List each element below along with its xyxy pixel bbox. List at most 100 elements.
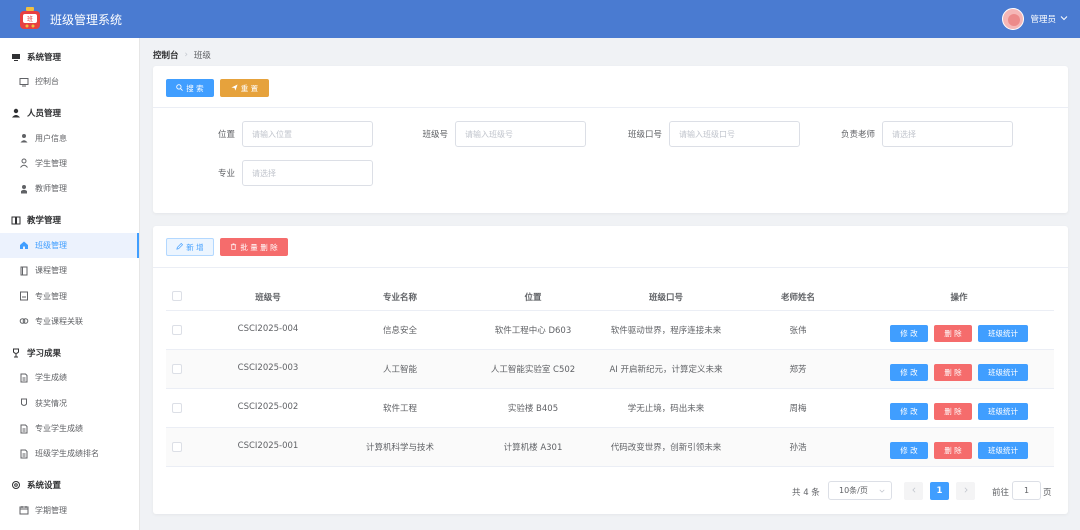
- add-button-label: 新 增: [186, 242, 204, 252]
- sidebar-item-dashboard[interactable]: 控制台: [0, 69, 139, 94]
- delete-button[interactable]: 删 除: [934, 364, 972, 381]
- page-size-value: 10条/页: [839, 486, 868, 495]
- reset-button[interactable]: 重 置: [220, 79, 269, 97]
- sidebar-group-system[interactable]: 系统管理: [0, 44, 139, 69]
- sidebar-group-label: 学习成果: [27, 348, 62, 359]
- sidebar-item-user-info[interactable]: 用户信息: [0, 125, 139, 150]
- sidebar-item-class-management[interactable]: 班级管理: [0, 232, 139, 259]
- goto-label: 前往: [992, 488, 1010, 498]
- app-title: 班级管理系统: [50, 12, 123, 27]
- class-no-label: 班级号: [422, 130, 448, 140]
- edit-button[interactable]: 修 改: [890, 364, 928, 381]
- sidebar-item-label: 获奖情况: [35, 398, 67, 408]
- send-icon: [231, 83, 238, 93]
- row-checkbox[interactable]: [172, 403, 182, 413]
- teacher-select[interactable]: 请选择: [882, 121, 1013, 147]
- search-button[interactable]: 搜 索: [166, 79, 214, 97]
- sidebar-group-settings[interactable]: 系统设置: [0, 473, 139, 498]
- sidebar-item-label: 学生管理: [35, 158, 67, 168]
- edit-button[interactable]: 修 改: [890, 442, 928, 459]
- sidebar-item-label: 控制台: [35, 77, 59, 87]
- delete-button[interactable]: 删 除: [934, 403, 972, 420]
- sidebar-group-people[interactable]: 人员管理: [0, 100, 139, 125]
- major-select[interactable]: 请选择: [242, 160, 373, 186]
- cell-location: 软件工程中心 D603: [494, 326, 572, 336]
- monitor-icon: [11, 52, 21, 62]
- cell-class-no: CSCI2025-002: [237, 402, 299, 412]
- class-stats-button[interactable]: 班级统计: [978, 442, 1028, 459]
- sidebar-group-teaching[interactable]: 教学管理: [0, 208, 139, 233]
- sidebar-item-major-course-link[interactable]: 专业课程关联: [0, 309, 139, 334]
- document-icon: [19, 373, 29, 383]
- sidebar-item-label: 课程管理: [35, 266, 67, 276]
- delete-button[interactable]: 删 除: [934, 442, 972, 459]
- sidebar-item-semesters[interactable]: 学期管理: [0, 498, 139, 523]
- page-size-select[interactable]: 10条/页: [828, 481, 892, 500]
- table-row: CSCI2025-003 人工智能 人工智能实验室 C502 AI 开启新纪元，…: [166, 350, 1054, 389]
- table-row: CSCI2025-002 软件工程 实验楼 B405 学无止境，码出未来 周梅 …: [166, 389, 1054, 428]
- class-no-input[interactable]: 请输入班级号: [455, 121, 586, 147]
- class-stats-button[interactable]: 班级统计: [978, 325, 1028, 342]
- edit-button[interactable]: 修 改: [890, 325, 928, 342]
- sidebar-item-major-grades[interactable]: 专业学生成绩: [0, 416, 139, 441]
- home-icon: [19, 240, 29, 250]
- document-icon: [19, 424, 29, 434]
- delete-button[interactable]: 删 除: [934, 325, 972, 342]
- user-icon: [11, 108, 21, 118]
- chevron-right-icon: ›: [184, 50, 188, 60]
- col-slogan: 班级口号: [648, 293, 683, 303]
- breadcrumb-root[interactable]: 控制台: [153, 49, 179, 61]
- sidebar-item-students[interactable]: 学生管理: [0, 151, 139, 176]
- notebook-icon: [19, 291, 29, 301]
- cell-teacher: 周梅: [789, 404, 807, 414]
- sidebar-item-awards[interactable]: 获奖情况: [0, 391, 139, 416]
- cell-slogan: 代码改变世界，创新引领未来: [610, 443, 722, 453]
- placeholder: 请选择: [892, 129, 916, 139]
- cell-slogan: 学无止境，码出未来: [627, 404, 705, 414]
- cell-teacher: 孙浩: [789, 443, 807, 453]
- sidebar: 系统管理 控制台 人员管理 用户信息 学生管理 教师管理 教学管理 班级管理 课…: [0, 38, 140, 530]
- row-checkbox[interactable]: [172, 442, 182, 452]
- breadcrumb: 控制台 › 班级: [153, 49, 211, 61]
- class-stats-button[interactable]: 班级统计: [978, 403, 1028, 420]
- class-stats-button[interactable]: 班级统计: [978, 364, 1028, 381]
- goto-page-input[interactable]: 1: [1012, 481, 1041, 500]
- sidebar-item-label: 专业管理: [35, 291, 67, 301]
- breadcrumb-current: 班级: [193, 51, 211, 61]
- select-all-checkbox[interactable]: [172, 291, 182, 301]
- user-menu[interactable]: 管理员: [1002, 8, 1068, 30]
- dashboard-icon: [19, 77, 29, 87]
- add-button[interactable]: 新 增: [166, 238, 214, 256]
- sidebar-item-class-ranking[interactable]: 班级学生成绩排名: [0, 441, 139, 466]
- cell-teacher: 郑芳: [789, 365, 807, 375]
- goto-page-value: 1: [1023, 486, 1030, 495]
- class-slogan-input[interactable]: 请输入班级口号: [669, 121, 800, 147]
- chevron-down-icon: [1060, 14, 1068, 25]
- placeholder: 请输入位置: [252, 129, 292, 139]
- row-checkbox[interactable]: [172, 325, 182, 335]
- batch-delete-button[interactable]: 批 量 删 除: [220, 238, 288, 256]
- location-input[interactable]: 请输入位置: [242, 121, 373, 147]
- col-class-no: 班级号: [255, 293, 281, 303]
- sidebar-item-majors[interactable]: 专业管理: [0, 283, 139, 308]
- class-slogan-label: 班级口号: [627, 130, 662, 140]
- placeholder: 请输入班级号: [465, 129, 513, 139]
- next-page-button[interactable]: [956, 482, 975, 500]
- edit-button[interactable]: 修 改: [890, 403, 928, 420]
- svg-text:班: 班: [27, 15, 33, 23]
- cell-location: 计算机楼 A301: [503, 443, 563, 453]
- prev-page-button[interactable]: [904, 482, 923, 500]
- table-row: CSCI2025-004 信息安全 软件工程中心 D603 软件驱动世界，程序连…: [166, 311, 1054, 350]
- sidebar-group-label: 系统设置: [27, 481, 62, 492]
- sidebar-item-courses[interactable]: 课程管理: [0, 258, 139, 283]
- row-checkbox[interactable]: [172, 364, 182, 374]
- location-label: 位置: [217, 130, 235, 140]
- sidebar-group-learning[interactable]: 学习成果: [0, 340, 139, 365]
- trash-icon: [230, 243, 237, 252]
- cell-major: 信息安全: [382, 326, 417, 336]
- sidebar-item-teachers[interactable]: 教师管理: [0, 176, 139, 201]
- sidebar-item-grades[interactable]: 学生成绩: [0, 365, 139, 390]
- pagination-total: 共 4 条: [792, 488, 820, 498]
- cell-location: 人工智能实验室 C502: [490, 365, 576, 375]
- page-number-current[interactable]: 1: [930, 482, 949, 500]
